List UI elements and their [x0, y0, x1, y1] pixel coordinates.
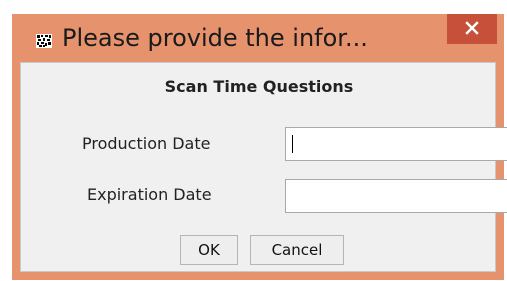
expiration-date-label: Expiration Date	[87, 185, 212, 204]
cancel-button[interactable]: Cancel	[250, 235, 344, 265]
close-icon	[465, 20, 479, 39]
dialog-heading: Scan Time Questions	[164, 77, 354, 96]
ok-button[interactable]: OK	[180, 235, 238, 265]
close-button[interactable]	[447, 14, 497, 44]
java-app-icon	[36, 33, 52, 48]
title-bar[interactable]: Please provide the infor...	[12, 14, 504, 62]
expiration-date-input[interactable]	[285, 179, 507, 213]
window-title: Please provide the infor...	[62, 24, 368, 52]
text-caret	[292, 135, 293, 153]
production-date-input[interactable]	[285, 127, 507, 161]
dialog-content: Scan Time Questions Production Date Expi…	[20, 62, 507, 272]
production-date-label: Production Date	[82, 134, 211, 153]
dialog-window: Please provide the infor... Scan Time Qu…	[12, 14, 507, 280]
